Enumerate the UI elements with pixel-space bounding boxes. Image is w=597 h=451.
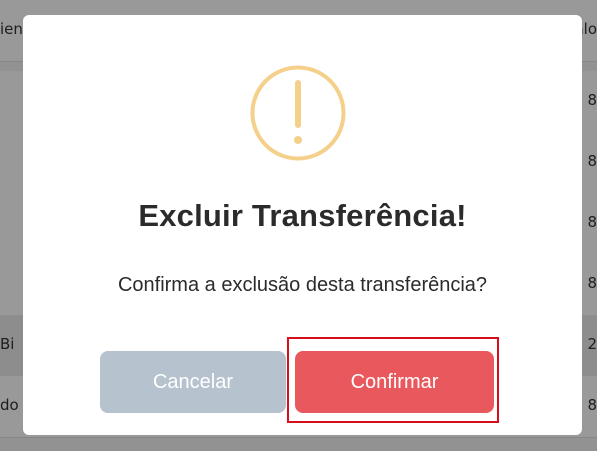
dialog-message: Confirma a exclusão desta transferência? (117, 274, 488, 296)
confirm-button-highlight (287, 337, 499, 423)
cancel-button[interactable]: Cancelar (100, 351, 286, 413)
dialog-title: Excluir Transferência! (138, 198, 467, 233)
exclamation-circle-icon (250, 65, 346, 161)
